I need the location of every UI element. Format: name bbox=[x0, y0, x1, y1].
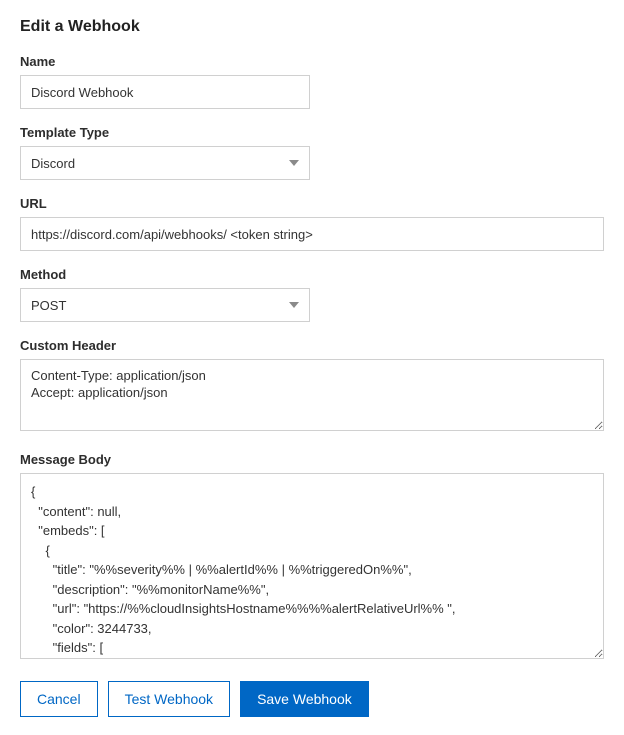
template-type-value: Discord bbox=[31, 156, 75, 171]
message-body-field: Message Body bbox=[20, 452, 604, 659]
message-body-textarea[interactable] bbox=[21, 474, 603, 658]
page-title: Edit a Webhook bbox=[20, 18, 604, 36]
chevron-down-icon bbox=[289, 160, 299, 166]
custom-header-label: Custom Header bbox=[20, 338, 604, 353]
url-input[interactable] bbox=[20, 217, 604, 251]
url-label: URL bbox=[20, 196, 604, 211]
url-field: URL bbox=[20, 196, 604, 251]
save-webhook-button[interactable]: Save Webhook bbox=[240, 681, 369, 717]
template-type-field: Template Type Discord bbox=[20, 125, 604, 180]
name-field: Name bbox=[20, 54, 604, 109]
template-type-label: Template Type bbox=[20, 125, 604, 140]
button-row: Cancel Test Webhook Save Webhook bbox=[20, 681, 604, 717]
method-value: POST bbox=[31, 298, 66, 313]
template-type-select[interactable]: Discord bbox=[20, 146, 310, 180]
test-webhook-button[interactable]: Test Webhook bbox=[108, 681, 230, 717]
custom-header-textarea[interactable] bbox=[20, 359, 604, 431]
name-input[interactable] bbox=[20, 75, 310, 109]
cancel-button[interactable]: Cancel bbox=[20, 681, 98, 717]
chevron-down-icon bbox=[289, 302, 299, 308]
message-body-label: Message Body bbox=[20, 452, 604, 467]
method-label: Method bbox=[20, 267, 604, 282]
method-select[interactable]: POST bbox=[20, 288, 310, 322]
method-field: Method POST bbox=[20, 267, 604, 322]
name-label: Name bbox=[20, 54, 604, 69]
custom-header-field: Custom Header bbox=[20, 338, 604, 436]
